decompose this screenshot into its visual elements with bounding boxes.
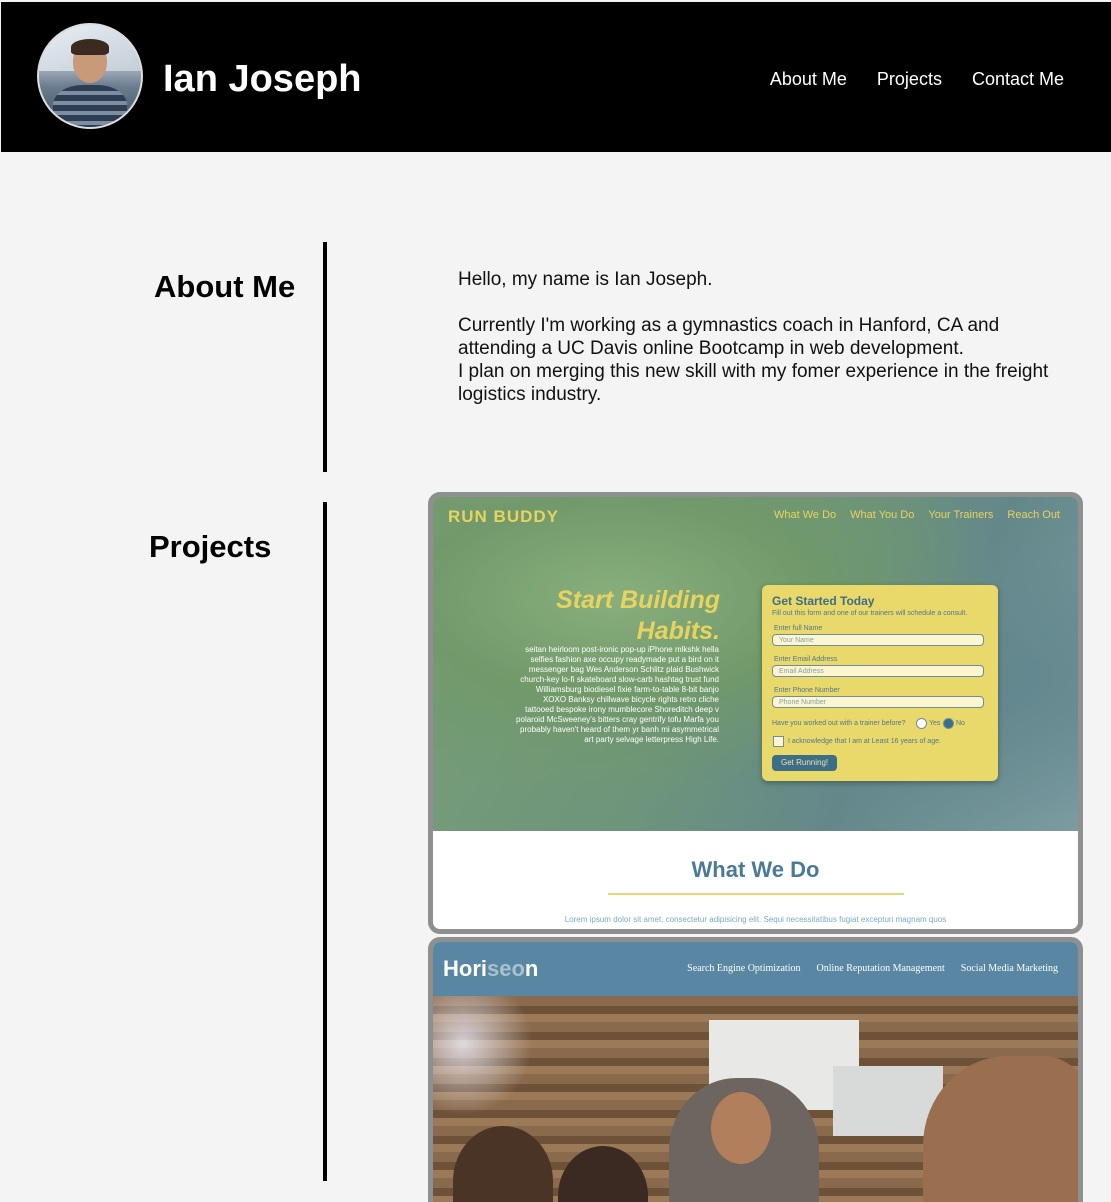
about-paragraph: Currently I'm working as a gymnastics co… bbox=[458, 315, 1000, 359]
email-label: Enter Email Address bbox=[774, 656, 838, 663]
name-label: Enter full Name bbox=[774, 625, 823, 632]
phone-label: Enter Phone Number bbox=[774, 687, 840, 694]
radio-yes-label: Yes bbox=[929, 720, 941, 727]
horiseon-nav-item: Online Reputation Management bbox=[816, 963, 945, 974]
radio-no-label: No bbox=[956, 720, 965, 727]
about-paragraph: I plan on merging this new skill with my… bbox=[458, 361, 1049, 405]
radio-no bbox=[943, 718, 954, 729]
run-buddy-nav-item: What You Do bbox=[850, 509, 915, 521]
trainer-question: Have you worked out with a trainer befor… bbox=[772, 720, 906, 727]
run-buddy-nav-item: Your Trainers bbox=[928, 509, 994, 521]
horiseon-nav-item: Social Media Marketing bbox=[960, 963, 1058, 974]
logo-part: seo bbox=[487, 956, 525, 981]
projects-divider bbox=[323, 502, 327, 1181]
acknowledge-checkbox bbox=[773, 736, 784, 747]
what-we-do-title: What We Do bbox=[691, 857, 820, 882]
form-subtitle: Fill out this form and one of our traine… bbox=[772, 610, 968, 617]
headline-line: Start Building bbox=[556, 586, 720, 614]
horiseon-hero-photo bbox=[433, 996, 1078, 1202]
nav-link-projects[interactable]: Projects bbox=[877, 68, 942, 90]
run-buddy-nav-item: What We Do bbox=[774, 509, 837, 521]
project-card-horiseon[interactable]: Horiseon Search Engine Optimization Onli… bbox=[428, 937, 1083, 1202]
site-title: Ian Joseph bbox=[163, 58, 362, 100]
radio-yes bbox=[916, 718, 927, 729]
run-buddy-copy: seitan heirloom post-ironic pop-up iPhon… bbox=[516, 645, 719, 744]
horiseon-nav-item: Search Engine Optimization bbox=[687, 963, 801, 974]
about-heading: About Me bbox=[154, 269, 296, 304]
horiseon-nav: Search Engine Optimization Online Reputa… bbox=[687, 963, 1058, 974]
form-title: Get Started Today bbox=[772, 594, 875, 608]
horiseon-logo: Horiseon bbox=[443, 956, 538, 982]
headline-line: Habits. bbox=[636, 617, 720, 645]
project-card-run-buddy[interactable]: RUN BUDDY What We Do What You Do Your Tr… bbox=[428, 492, 1083, 934]
main-nav: About Me Projects Contact Me bbox=[770, 68, 1064, 90]
about-paragraph: Hello, my name is Ian Joseph. bbox=[458, 269, 713, 290]
site-header: Ian Joseph About Me Projects Contact Me bbox=[1, 2, 1111, 152]
name-field: Your Name bbox=[772, 634, 984, 646]
run-buddy-hero: RUN BUDDY What We Do What You Do Your Tr… bbox=[433, 497, 1078, 831]
nav-link-contact[interactable]: Contact Me bbox=[972, 68, 1064, 90]
about-divider bbox=[323, 242, 327, 472]
run-buddy-form: Get Started Today Fill out this form and… bbox=[762, 585, 998, 781]
what-we-do-text: Lorem ipsum dolor sit amet, consectetur … bbox=[564, 915, 947, 924]
avatar bbox=[37, 23, 143, 129]
run-buddy-nav: What We Do What You Do Your Trainers Rea… bbox=[774, 509, 1060, 521]
about-text: Hello, my name is Ian Joseph. Currently … bbox=[458, 268, 1058, 406]
nav-link-about[interactable]: About Me bbox=[770, 68, 847, 90]
email-field: Email Address bbox=[772, 665, 984, 677]
logo-part: n bbox=[524, 956, 539, 981]
section-underline bbox=[608, 893, 904, 895]
run-buddy-nav-item: Reach Out bbox=[1007, 509, 1060, 521]
run-buddy-headline: Start Building Habits. bbox=[556, 585, 720, 647]
phone-field: Phone Number bbox=[772, 696, 984, 708]
projects-heading: Projects bbox=[149, 529, 272, 564]
run-buddy-logo: RUN BUDDY bbox=[448, 507, 559, 526]
horiseon-header: Horiseon Search Engine Optimization Onli… bbox=[433, 942, 1078, 996]
acknowledge-label: I acknowledge that I am at Least 16 year… bbox=[788, 738, 941, 745]
get-running-button: Get Running! bbox=[772, 755, 838, 771]
logo-part: Hori bbox=[443, 956, 487, 981]
